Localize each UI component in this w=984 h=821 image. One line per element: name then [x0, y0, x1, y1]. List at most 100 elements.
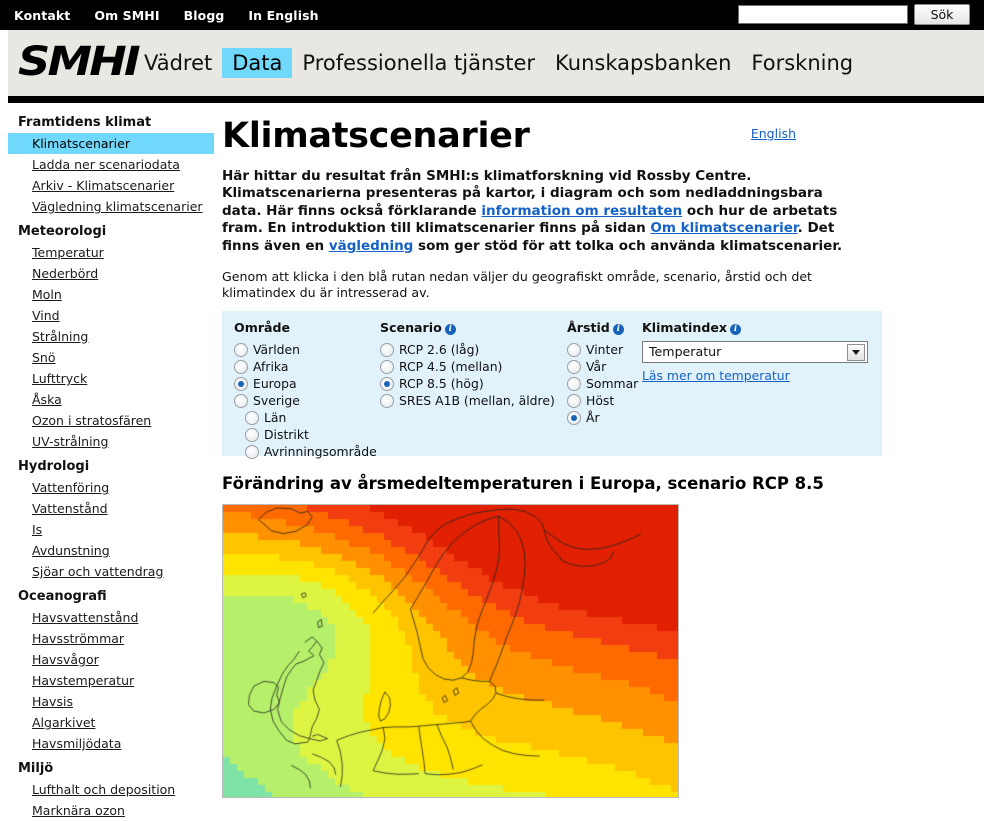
- radio-icon[interactable]: [245, 410, 259, 425]
- sidebar-item-uv-str-lning[interactable]: UV-strålning: [8, 431, 214, 452]
- radio-omrade-avrinningsomr-de[interactable]: Avrinningsområde: [234, 443, 384, 460]
- radio-icon[interactable]: [380, 376, 394, 391]
- top-utility-bar: Kontakt Om SMHI Blogg In English Sök: [0, 0, 984, 30]
- sidebar-item-klimatscenarier[interactable]: Klimatscenarier: [8, 133, 214, 154]
- klimatindex-select[interactable]: Temperatur: [642, 341, 868, 364]
- radio-arstid-h-st[interactable]: Höst: [567, 392, 637, 409]
- topbar-link-om-smhi[interactable]: Om SMHI: [94, 8, 159, 23]
- sidebar-item-algarkivet[interactable]: Algarkivet: [8, 712, 214, 733]
- sidebar-item-lufthalt-och-deposition[interactable]: Lufthalt och deposition: [8, 779, 214, 800]
- omrade-group: Område Världen Afrika Europa Sverige Län Dist…: [234, 320, 384, 460]
- topbar-link-kontakt[interactable]: Kontakt: [14, 8, 70, 23]
- radio-icon[interactable]: [567, 393, 581, 408]
- topbar-link-in-english[interactable]: In English: [248, 8, 318, 23]
- radio-icon[interactable]: [234, 359, 248, 374]
- radio-icon[interactable]: [380, 393, 394, 408]
- radio-arstid-sommar[interactable]: Sommar: [567, 375, 639, 392]
- link-information-om-resultaten[interactable]: information om resultaten: [481, 203, 682, 219]
- radio-icon[interactable]: [245, 444, 259, 459]
- nav-item-professionella-tjanster[interactable]: Professionella tjänster: [292, 48, 545, 78]
- smhi-logo[interactable]: SMHI: [18, 40, 141, 84]
- main-content: English Klimatscenarier Här hittar du re…: [222, 108, 978, 799]
- sidebar-item-label: Algarkivet: [32, 715, 96, 730]
- sidebar-item-ska[interactable]: Åska: [8, 389, 214, 410]
- sidebar-item-lufttryck[interactable]: Lufttryck: [8, 368, 214, 389]
- search-input[interactable]: [738, 5, 908, 24]
- radio-icon[interactable]: [234, 376, 248, 391]
- radio-icon[interactable]: [567, 410, 581, 425]
- climate-map-canvas[interactable]: [223, 505, 678, 798]
- sidebar-item-havsstr-mmar[interactable]: Havsströmmar: [8, 628, 214, 649]
- sidebar-item-ladda-ner-scenariodata[interactable]: Ladda ner scenariodata: [8, 154, 214, 175]
- sidebar-item-havsv-gor[interactable]: Havsvågor: [8, 649, 214, 670]
- radio-label: Sommar: [586, 376, 639, 392]
- nav-item-data[interactable]: Data: [222, 48, 293, 78]
- radio-icon[interactable]: [234, 393, 248, 408]
- info-icon-klimatindex[interactable]: i: [730, 324, 741, 336]
- climate-map[interactable]: [222, 504, 679, 799]
- radio-icon[interactable]: [380, 359, 394, 374]
- radio-scenario-rcp-2.6-l-g[interactable]: RCP 2.6 (låg): [380, 341, 565, 358]
- sidebar-item-label: Åska: [32, 392, 62, 407]
- link-vagledning[interactable]: vägledning: [329, 238, 414, 254]
- radio-omrade-afrika[interactable]: Afrika: [234, 358, 384, 375]
- radio-icon[interactable]: [567, 376, 581, 391]
- radio-omrade-v-rlden[interactable]: Världen: [234, 341, 384, 358]
- sidebar-item-havsvattenst-nd[interactable]: Havsvattenstånd: [8, 607, 214, 628]
- radio-label: RCP 2.6 (låg): [399, 342, 480, 358]
- nav-item-forskning[interactable]: Forskning: [741, 48, 863, 78]
- sidebar-item-markn-ra-ozon[interactable]: Marknära ozon: [8, 800, 214, 821]
- radio-scenario-sres-a1b-mellan-ldre[interactable]: SRES A1B (mellan, äldre): [380, 392, 565, 409]
- sidebar-item-label: Arkiv - Klimatscenarier: [32, 178, 175, 193]
- sidebar-item-sn[interactable]: Snö: [8, 347, 214, 368]
- sidebar-item-temperatur[interactable]: Temperatur: [8, 242, 214, 263]
- sidebar-item-label: Havsis: [32, 694, 73, 709]
- sidebar-item-v-gledning-klimatscenarier[interactable]: Vägledning klimatscenarier: [8, 196, 214, 217]
- radio-scenario-rcp-4.5-mellan[interactable]: RCP 4.5 (mellan): [380, 358, 565, 375]
- sidebar-item-vattenst-nd[interactable]: Vattenstånd: [8, 498, 214, 519]
- radio-label: Avrinningsområde: [264, 444, 377, 460]
- radio-omrade-l-n[interactable]: Län: [234, 409, 384, 426]
- radio-label: SRES A1B (mellan, äldre): [399, 393, 555, 409]
- radio-arstid-v-r[interactable]: Vår: [567, 358, 637, 375]
- radio-icon[interactable]: [567, 342, 581, 357]
- radio-arstid-r[interactable]: År: [567, 409, 637, 426]
- sidebar-item-sj-ar-och-vattendrag[interactable]: Sjöar och vattendrag: [8, 561, 214, 582]
- omrade-options: Världen Afrika Europa Sverige Län Distrikt Avr…: [234, 341, 384, 460]
- lead-paragraph: Här hittar du resultat från SMHI:s klima…: [222, 168, 864, 255]
- sidebar-item-is[interactable]: Is: [8, 519, 214, 540]
- search-submit-button[interactable]: Sök: [914, 4, 970, 25]
- radio-arstid-vinter[interactable]: Vinter: [567, 341, 637, 358]
- nav-item-vadret[interactable]: Vädret: [134, 48, 222, 78]
- radio-omrade-sverige[interactable]: Sverige: [234, 392, 384, 409]
- sidebar-item-havsmilj-data[interactable]: Havsmiljödata: [8, 733, 214, 754]
- sidebar-item-str-lning[interactable]: Strålning: [8, 326, 214, 347]
- radio-icon[interactable]: [380, 342, 394, 357]
- link-las-mer-om-temperatur[interactable]: Läs mer om temperatur: [642, 368, 790, 383]
- arstid-options: Vinter Vår Sommar Höst År: [567, 341, 639, 426]
- sidebar-item-label: Ladda ner scenariodata: [32, 157, 180, 172]
- topbar-link-blogg[interactable]: Blogg: [184, 8, 225, 23]
- nav-item-kunskapsbanken[interactable]: Kunskapsbanken: [545, 48, 741, 78]
- radio-scenario-rcp-8.5-h-g[interactable]: RCP 8.5 (hög): [380, 375, 565, 392]
- sidebar-item-vind[interactable]: Vind: [8, 305, 214, 326]
- link-om-klimatscenarier[interactable]: Om klimatscenarier: [650, 220, 797, 236]
- sidebar-item-havstemperatur[interactable]: Havstemperatur: [8, 670, 214, 691]
- radio-icon[interactable]: [567, 359, 581, 374]
- info-icon-arstid[interactable]: i: [612, 324, 624, 336]
- info-icon-scenario[interactable]: i: [444, 324, 456, 336]
- radio-omrade-europa[interactable]: Europa: [234, 375, 384, 392]
- sidebar-item-havsis[interactable]: Havsis: [8, 691, 214, 712]
- chevron-down-icon[interactable]: [847, 344, 865, 362]
- sidebar-item-arkiv-klimatscenarier[interactable]: Arkiv - Klimatscenarier: [8, 175, 214, 196]
- radio-icon[interactable]: [245, 427, 259, 442]
- radio-icon[interactable]: [234, 342, 248, 357]
- sidebar-item-moln[interactable]: Moln: [8, 284, 214, 305]
- sidebar-item-vattenf-ring[interactable]: Vattenföring: [8, 477, 214, 498]
- sidebar-item-ozon-i-stratosf-ren[interactable]: Ozon i stratosfären: [8, 410, 214, 431]
- sidebar-item-nederb-rd[interactable]: Nederbörd: [8, 263, 214, 284]
- radio-omrade-distrikt[interactable]: Distrikt: [234, 426, 384, 443]
- sidebar-item-avdunstning[interactable]: Avdunstning: [8, 540, 214, 561]
- english-language-link[interactable]: English: [751, 126, 796, 141]
- selection-panel: Område Världen Afrika Europa Sverige Län Dist…: [222, 311, 882, 459]
